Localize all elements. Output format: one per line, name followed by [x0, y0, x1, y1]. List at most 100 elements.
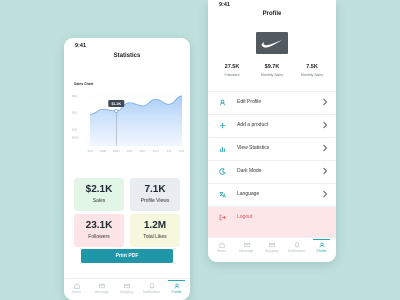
tab-profile-label: Profile: [316, 249, 327, 253]
tab-message-label: Message: [94, 290, 109, 294]
total-likes-value: 1.2M: [143, 220, 167, 231]
logout-icon: [219, 214, 226, 221]
profile-screen: 9:41 Profile 27.5K Followers $9.7K Month…: [208, 0, 336, 262]
page-title: Profile: [262, 11, 282, 17]
monthly-sales-value: $9.7K: [264, 64, 280, 70]
tab-home[interactable]: Home: [64, 281, 89, 294]
tab-home[interactable]: Home: [209, 240, 234, 253]
tab-home-label: Home: [216, 249, 227, 253]
total-likes-card[interactable]: 1.2M Total Likes: [130, 214, 180, 247]
tab-notification-label: Notification: [287, 249, 306, 253]
brand-logo: [256, 32, 288, 54]
annotation-point[interactable]: [114, 108, 119, 113]
menu-logout-label: Logout: [237, 214, 253, 220]
chevron-right-icon: [323, 167, 328, 175]
y-tick-label: $3K: [72, 94, 77, 98]
active-tab-indicator: [313, 239, 330, 241]
y-tick-label: $500: [72, 136, 79, 140]
followers-label: Followers: [88, 234, 110, 240]
tab-profile[interactable]: Profile: [309, 239, 334, 253]
tab-profile-label: Profile: [171, 290, 182, 294]
menu-language[interactable]: Language: [208, 183, 336, 206]
user-icon: [219, 99, 226, 106]
chevron-right-icon: [323, 121, 328, 129]
monthly-sales-value-2: 7.5K: [306, 64, 318, 70]
monthly-sales-stat: $9.7K Monthly Sales: [253, 64, 291, 77]
bottom-tab-bar: Home Message Shipping Notification Profi…: [208, 237, 336, 261]
sales-chart[interactable]: $3K $2K $1K $500 JAN FEB MAR APR MAY JUN JUL AUG $1.…: [70, 86, 184, 160]
followers-stat-label: Followers: [224, 73, 240, 77]
message-icon: [98, 283, 105, 289]
language-icon: [219, 191, 226, 198]
series-area: [90, 96, 182, 146]
plus-icon: [219, 122, 226, 129]
menu-dark-mode[interactable]: Dark Mode: [208, 160, 336, 183]
bottom-tab-bar: Home Message Shipping Notification Profi…: [64, 278, 190, 300]
home-icon: [73, 283, 80, 289]
profile-views-value: 7.1K: [144, 184, 166, 195]
tab-shipping[interactable]: Shipping: [259, 240, 284, 253]
active-tab-indicator: [168, 280, 185, 282]
message-icon: [243, 242, 250, 248]
profile-views-card[interactable]: 7.1K Profile Views: [130, 178, 180, 211]
notification-icon: [294, 242, 299, 248]
chevron-right-icon: [323, 190, 328, 198]
menu-language-label: Language: [237, 191, 260, 197]
nike-logo-icon: [261, 40, 282, 48]
profile-icon: [174, 283, 179, 289]
annotation-label: $1.2K: [111, 102, 121, 106]
tab-shipping-label: Shipping: [264, 249, 279, 253]
x-tick-label: JUL: [166, 149, 172, 153]
menu-logout[interactable]: Logout: [208, 206, 336, 237]
tab-notification-label: Notification: [142, 290, 161, 294]
status-time: 9:41: [75, 43, 87, 49]
menu-add-product[interactable]: Add a product: [208, 114, 336, 137]
monthly-sales-stat-2: 7.5K Monthly Sales: [293, 64, 331, 77]
monthly-sales-label-2: Monthly Sales: [301, 73, 323, 77]
tab-message[interactable]: Message: [89, 281, 114, 294]
profile-views-label: Profile Views: [140, 198, 170, 204]
shipping-icon: [123, 283, 130, 289]
menu-add-product-label: Add a product: [237, 122, 269, 128]
tab-message[interactable]: Message: [234, 240, 259, 253]
home-icon: [218, 242, 225, 248]
sales-label: Sales: [92, 198, 106, 204]
menu-edit-profile-label: Edit Profile: [237, 99, 262, 105]
chart-icon: [219, 147, 226, 152]
x-tick-label: AUG: [179, 149, 184, 153]
followers-value: 23.1K: [85, 220, 113, 231]
menu-view-statistics[interactable]: View Statistics: [208, 137, 336, 160]
menu-view-statistics-label: View Statistics: [237, 145, 270, 151]
profile-icon: [319, 242, 324, 248]
sales-value: $2.1K: [85, 184, 113, 195]
moon-icon: [219, 168, 226, 175]
x-tick-label: MAR: [113, 149, 121, 153]
tab-shipping-label: Shipping: [119, 290, 134, 294]
y-tick-label: $1K: [72, 127, 77, 131]
x-tick-label: MAY: [139, 149, 145, 153]
tab-notification[interactable]: Notification: [139, 281, 164, 294]
sales-card[interactable]: $2.1K Sales: [74, 178, 124, 211]
tab-notification[interactable]: Notification: [284, 240, 309, 253]
tab-shipping[interactable]: Shipping: [114, 281, 139, 294]
chevron-right-icon: [323, 144, 328, 152]
menu-edit-profile[interactable]: Edit Profile: [208, 91, 336, 114]
x-tick-label: JAN: [87, 149, 93, 153]
x-tick-label: FEB: [100, 149, 106, 153]
tab-profile[interactable]: Profile: [164, 280, 189, 294]
x-tick-label: JUN: [153, 149, 159, 153]
notification-icon: [149, 283, 154, 289]
tab-message-label: Message: [239, 249, 254, 253]
status-time: 9:41: [219, 2, 231, 8]
print-pdf-button[interactable]: Print PDF: [81, 249, 173, 263]
chevron-right-icon: [323, 98, 328, 106]
menu-dark-mode-label: Dark Mode: [237, 168, 262, 174]
tab-home-label: Home: [71, 290, 82, 294]
x-tick-label: APR: [126, 149, 133, 153]
y-tick-label: $2K: [72, 111, 77, 115]
followers-stat: 27.5K Followers: [213, 64, 251, 77]
monthly-sales-label: Monthly Sales: [261, 73, 283, 77]
total-likes-label: Total Likes: [143, 234, 167, 240]
followers-card[interactable]: 23.1K Followers: [74, 214, 124, 247]
page-title: Statistics: [113, 53, 141, 59]
